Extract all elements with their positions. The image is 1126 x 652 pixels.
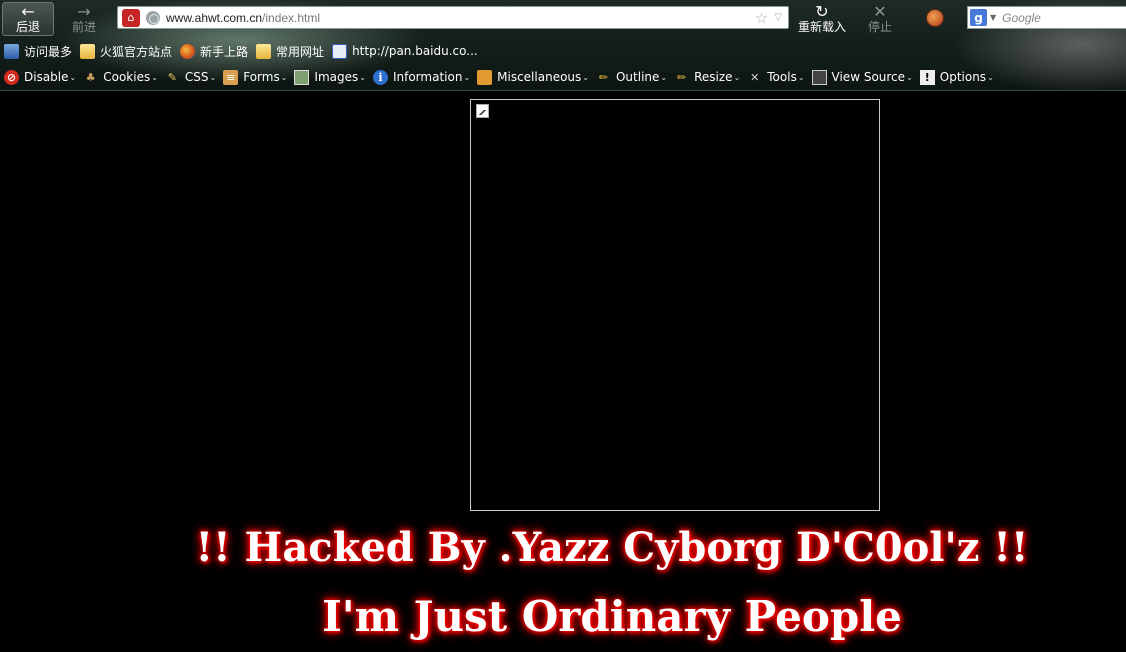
devtool-menu-forms[interactable]: ≡ Forms ⌄ [223,69,288,85]
forward-arrow-icon: → [77,2,91,21]
misc-icon [477,69,493,85]
devtool-menu-outline[interactable]: ✏ Outline ⌄ [596,70,667,85]
bookmark-item-getting-started[interactable]: 新手上路 [180,43,248,60]
navigation-toolbar: ← 后退 → 前进 ⌂ www.ahwt.com.cn/index.html ☆… [0,0,1126,38]
site-favicon-icon: ⌂ [122,8,140,27]
chevron-down-icon: ⌄ [797,72,805,82]
devtool-menu-cookies[interactable]: ♣ Cookies ⌄ [83,70,158,85]
stop-icon: ✕ [873,2,887,21]
broken-image-frame [470,99,880,511]
back-button-label: 后退 [15,20,40,34]
devtool-label: View Source [831,70,906,84]
bookmark-label: 常用网址 [276,44,325,59]
chevron-down-icon: ⌄ [733,72,741,82]
devtool-label: Tools [767,70,797,84]
bookmark-label: http://pan.baidu.co... [352,44,478,58]
devtool-label: Images [314,70,359,84]
bookmark-label: 新手上路 [200,44,249,59]
chevron-down-icon: ⌄ [660,72,668,82]
firefox-icon [180,43,196,59]
devtool-label: Disable [24,70,69,84]
devtool-label: Cookies [103,70,151,84]
devtool-label: Forms [243,70,280,84]
back-arrow-icon: ← [21,2,35,21]
bookmark-item-most-visited[interactable]: 访问最多 [4,43,72,60]
bookmark-star-icon[interactable]: ☆ [755,9,768,27]
broken-image-icon [476,104,489,118]
address-bar[interactable]: ⌂ www.ahwt.com.cn/index.html ☆ ▽ [117,6,789,29]
devtool-menu-miscellaneous[interactable]: Miscellaneous ⌄ [477,69,589,85]
bookmark-item-common-sites[interactable]: 常用网址 [256,43,324,60]
folder-icon [80,43,96,59]
forms-icon: ≡ [223,69,239,85]
stop-button[interactable]: ✕ 停止 [854,2,906,36]
search-placeholder: Google [1002,10,1041,25]
devtool-menu-css[interactable]: ✎ CSS ⌄ [165,70,216,85]
bookmark-item-firefox-site[interactable]: 火狐官方站点 [80,43,172,60]
chevron-down-icon: ⌄ [463,72,471,82]
disable-icon: ⊘ [4,69,19,85]
devtool-label: Information [392,70,463,84]
chevron-down-icon: ⌄ [359,72,366,82]
source-icon [811,69,827,85]
web-developer-toolbar: ⊘ Disable ⌄ ♣ Cookies ⌄ ✎ CSS ⌄ ≡ Forms ⌄ Im… [0,66,1126,88]
chevron-down-icon: ⌄ [906,72,913,82]
devtool-menu-disable[interactable]: ⊘ Disable ⌄ [4,69,77,85]
chevron-down-icon[interactable]: ▼ [990,13,996,22]
devtool-menu-images[interactable]: Images ⌄ [294,69,366,85]
images-icon [294,69,310,85]
back-button[interactable]: ← 后退 [2,2,54,36]
addon-icon[interactable] [926,9,944,27]
defacement-subline: I'm Just Ordinary People [322,592,902,641]
defacement-headline: !! Hacked By .Yazz Cyborg D'C0ol'z !! [195,524,1029,571]
url-host: www.ahwt.com.cn [166,10,263,25]
ruler-icon: ✏ [677,70,687,84]
chevron-down-icon: ⌄ [69,72,77,82]
devtool-label: Miscellaneous [497,70,582,84]
bookmark-item-baidu-pan[interactable]: http://pan.baidu.co... [332,43,478,59]
devtool-menu-options[interactable]: ! Options ⌄ [919,69,994,85]
url-text[interactable]: www.ahwt.com.cn/index.html [166,11,320,25]
forward-button[interactable]: → 前进 [58,2,110,36]
devtool-menu-view-source[interactable]: View Source ⌄ [811,69,913,85]
reload-button[interactable]: ↻ 重新载入 [795,2,849,36]
baidu-icon [332,43,348,59]
chevron-down-icon: ⌄ [987,72,994,82]
devtool-menu-resize[interactable]: ✏ Resize ⌄ [674,70,740,85]
bookmark-label: 访问最多 [24,44,73,59]
devtool-label: CSS [184,70,209,84]
tools-icon: ✕ [750,70,760,84]
bookmarks-toolbar: 访问最多 火狐官方站点 新手上路 常用网址 http://pan.baidu.c… [0,40,1126,62]
url-dropdown-icon[interactable]: ▽ [774,9,782,27]
chevron-down-icon: ⌄ [209,72,217,82]
folder-icon [256,43,272,59]
info-icon: i [372,69,388,85]
css-icon: ✎ [167,70,178,84]
bookmark-label: 火狐官方站点 [100,44,173,59]
chevron-down-icon: ⌄ [151,72,158,82]
reload-button-label: 重新载入 [797,20,846,34]
page-content: !! Hacked By .Yazz Cyborg D'C0ol'z !! I'… [0,92,1126,652]
devtool-menu-tools[interactable]: ✕ Tools ⌄ [747,70,804,85]
google-engine-icon[interactable]: g [970,9,987,26]
devtool-menu-information[interactable]: i Information ⌄ [372,69,471,85]
chevron-down-icon: ⌄ [582,72,589,82]
chevron-down-icon: ⌄ [280,72,288,82]
cookies-icon: ♣ [85,70,96,84]
stop-button-label: 停止 [867,20,892,34]
devtool-label: Options [939,70,987,84]
recent-icon [4,43,19,59]
reload-icon: ↻ [815,2,829,21]
browser-chrome: ← 后退 → 前进 ⌂ www.ahwt.com.cn/index.html ☆… [0,0,1126,91]
search-bar[interactable]: g ▼ Google [967,6,1126,29]
forward-button-label: 前进 [71,20,96,34]
globe-icon [146,10,160,25]
options-icon: ! [919,69,935,85]
devtool-label: Resize [694,70,733,84]
url-path: /index.html [262,10,321,25]
devtool-label: Outline [615,70,660,84]
pencil-icon: ✏ [598,70,609,84]
